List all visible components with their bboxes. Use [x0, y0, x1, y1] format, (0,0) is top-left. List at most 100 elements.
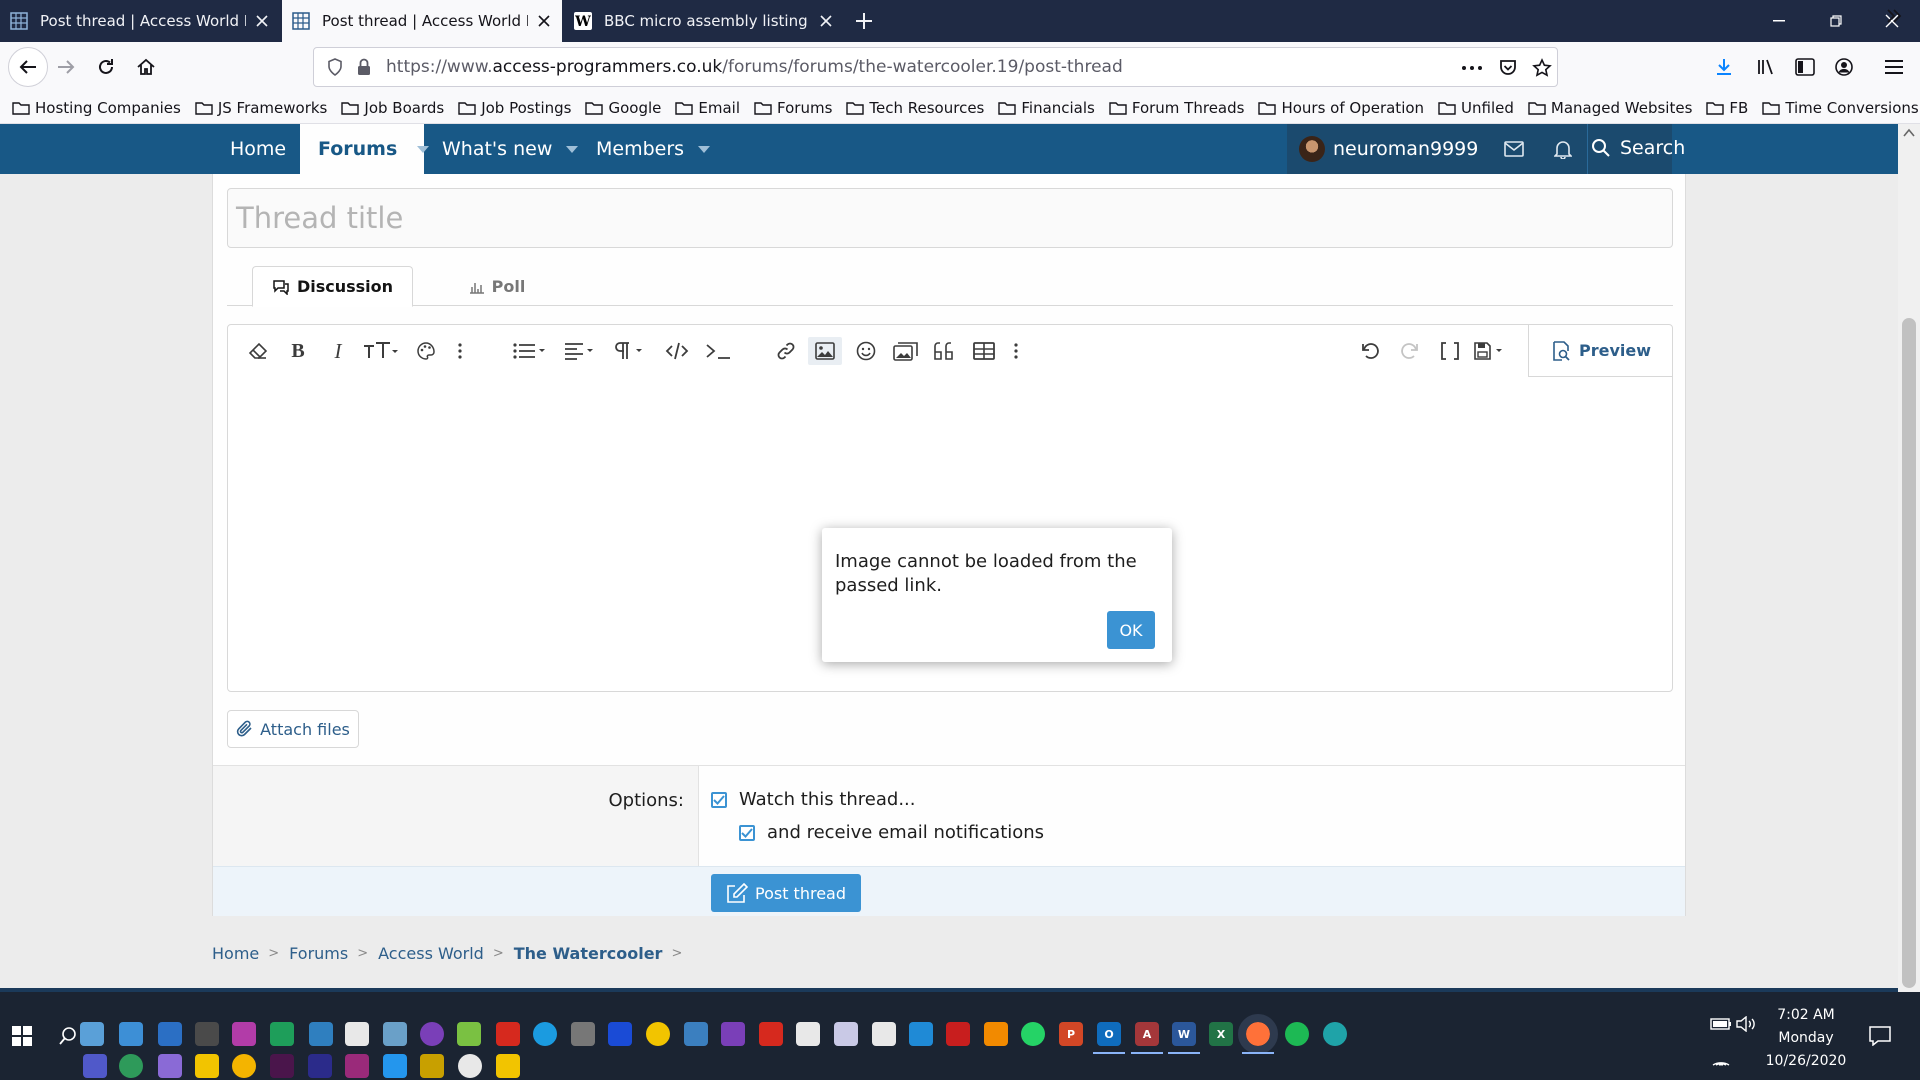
- sourcetree-icon[interactable]: [195, 1054, 219, 1078]
- eraser-icon[interactable]: [246, 337, 270, 365]
- more-vertical-icon[interactable]: [454, 337, 466, 365]
- forward-arrow-icon[interactable]: [50, 51, 82, 83]
- forum-nav-forums[interactable]: Forums: [300, 124, 430, 174]
- chrome-icon[interactable]: [232, 1054, 256, 1078]
- filezilla-pro-icon[interactable]: [759, 1022, 783, 1046]
- windows-start-icon[interactable]: [0, 992, 44, 1080]
- lock-icon[interactable]: [357, 58, 371, 76]
- bookmark-folder[interactable]: Forums: [754, 99, 832, 117]
- visual-studio-icon[interactable]: [721, 1022, 745, 1046]
- vscode-icon[interactable]: [909, 1022, 933, 1046]
- clock-app-icon[interactable]: [458, 1054, 482, 1078]
- document-icon[interactable]: [796, 1022, 820, 1046]
- bookmark-folder[interactable]: JS Frameworks: [195, 99, 327, 117]
- checkbox-checked-icon[interactable]: [739, 824, 755, 841]
- outlook-contacts-icon[interactable]: [119, 1022, 143, 1046]
- email-notifications-checkbox[interactable]: and receive email notifications: [739, 822, 1044, 843]
- wifi-icon[interactable]: [1712, 1052, 1730, 1066]
- network-tool-icon[interactable]: [158, 1054, 182, 1078]
- rich-text-editor[interactable]: B I Preview Image cannot be loaded from …: [227, 324, 1673, 692]
- terminal-icon[interactable]: [704, 337, 732, 365]
- toggle-bbcode-icon[interactable]: [1438, 337, 1462, 365]
- forum-nav-home[interactable]: Home: [230, 124, 286, 174]
- smiley-icon[interactable]: [854, 337, 878, 365]
- bookmark-folder[interactable]: Email: [675, 99, 740, 117]
- pocket-icon[interactable]: [1496, 56, 1520, 80]
- text-file-icon[interactable]: [872, 1022, 896, 1046]
- bookmark-folder[interactable]: Hosting Companies: [12, 99, 181, 117]
- vlc-icon[interactable]: [984, 1022, 1008, 1046]
- home-icon[interactable]: [130, 51, 162, 83]
- forum-nav-members[interactable]: Members: [596, 124, 711, 174]
- scroll-up-arrow-icon[interactable]: [1903, 128, 1915, 138]
- edge-icon[interactable]: [1323, 1022, 1347, 1046]
- code-icon[interactable]: [664, 337, 690, 365]
- file-explorer-icon[interactable]: [496, 1054, 520, 1078]
- skype-icon[interactable]: [533, 1022, 557, 1046]
- bookmark-folder[interactable]: Job Postings: [458, 99, 571, 117]
- library-icon[interactable]: [1750, 51, 1782, 83]
- attach-files-button[interactable]: Attach files: [227, 710, 359, 748]
- tor-browser-icon[interactable]: [420, 1022, 444, 1046]
- address-bar[interactable]: https://www.access-programmers.co.uk/for…: [313, 47, 1558, 87]
- bookmark-folder[interactable]: Financials: [998, 99, 1095, 117]
- paragraph-icon[interactable]: [614, 337, 648, 365]
- insert-image-icon[interactable]: [808, 337, 842, 365]
- quote-icon[interactable]: [932, 337, 958, 365]
- page-scrollbar[interactable]: [1898, 124, 1920, 992]
- wamp-icon[interactable]: [345, 1054, 369, 1078]
- breadcrumb-item[interactable]: Home >: [212, 944, 289, 963]
- file-manager-icon[interactable]: [834, 1022, 858, 1046]
- align-icon[interactable]: [564, 337, 600, 365]
- bookmark-folder[interactable]: Job Boards: [341, 99, 444, 117]
- notepad-plus-icon[interactable]: [457, 1022, 481, 1046]
- bookmark-folder[interactable]: Hours of Operation: [1258, 99, 1424, 117]
- close-tab-icon[interactable]: [818, 13, 834, 29]
- browser-tab-3[interactable]: W BBC micro assembly listing - Bl: [564, 0, 844, 42]
- volume-icon[interactable]: [1736, 1016, 1758, 1032]
- powerpoint-icon[interactable]: P: [1059, 1022, 1083, 1046]
- media-gallery-icon[interactable]: [892, 337, 920, 365]
- link-icon[interactable]: [774, 337, 798, 365]
- chevron-down-icon[interactable]: [566, 145, 579, 153]
- alerts-bell-icon[interactable]: [1554, 139, 1573, 159]
- bookmark-folder[interactable]: Unfiled: [1438, 99, 1514, 117]
- spotify-icon[interactable]: [1285, 1022, 1309, 1046]
- avatar[interactable]: [1299, 136, 1325, 162]
- more-vertical-icon[interactable]: [1010, 337, 1022, 365]
- font-size-icon[interactable]: [363, 337, 399, 365]
- undo-icon[interactable]: [1358, 337, 1382, 365]
- downloads-arrow-icon[interactable]: [1708, 51, 1740, 83]
- page-actions-ellipsis-icon[interactable]: [1460, 56, 1484, 80]
- taskbar-clock[interactable]: 7:02 AM Monday 10/26/2020: [1764, 1004, 1848, 1073]
- back-arrow-icon[interactable]: [8, 47, 48, 87]
- breadcrumb-item[interactable]: The Watercooler >: [514, 944, 693, 963]
- feedback-hub-icon[interactable]: [158, 1022, 182, 1046]
- thread-title-input[interactable]: Thread title: [227, 188, 1673, 248]
- breadcrumb-item[interactable]: Forums >: [289, 944, 378, 963]
- sidebar-icon[interactable]: [1789, 51, 1821, 83]
- ok-button[interactable]: OK: [1107, 611, 1155, 649]
- pycharm-icon[interactable]: [270, 1022, 294, 1046]
- phpstorm-icon[interactable]: [232, 1022, 256, 1046]
- restore-icon[interactable]: [1808, 0, 1864, 42]
- inbox-envelope-icon[interactable]: [1504, 141, 1525, 157]
- excel-icon[interactable]: X: [1209, 1022, 1233, 1046]
- flash-icon[interactable]: [308, 1054, 332, 1078]
- outlook-icon[interactable]: O: [1093, 1022, 1125, 1054]
- acrobat-icon[interactable]: [496, 1022, 520, 1046]
- notifications-icon[interactable]: [1866, 1022, 1894, 1050]
- watch-thread-checkbox[interactable]: Watch this thread...: [711, 789, 916, 810]
- bookmark-folder[interactable]: Forum Threads: [1109, 99, 1244, 117]
- post-thread-button[interactable]: Post thread: [711, 874, 861, 912]
- redo-icon[interactable]: [1398, 337, 1422, 365]
- forum-nav-whats-new[interactable]: What's new: [442, 124, 579, 174]
- save-draft-icon[interactable]: [1474, 337, 1508, 365]
- new-tab-plus-icon[interactable]: [851, 8, 877, 34]
- bookmark-folder[interactable]: Google: [585, 99, 661, 117]
- palette-icon[interactable]: [414, 337, 438, 365]
- access-icon[interactable]: A: [1131, 1022, 1163, 1054]
- calculator-icon[interactable]: [195, 1022, 219, 1046]
- forum-search-button[interactable]: Search: [1591, 137, 1685, 159]
- teams-icon[interactable]: [83, 1054, 107, 1078]
